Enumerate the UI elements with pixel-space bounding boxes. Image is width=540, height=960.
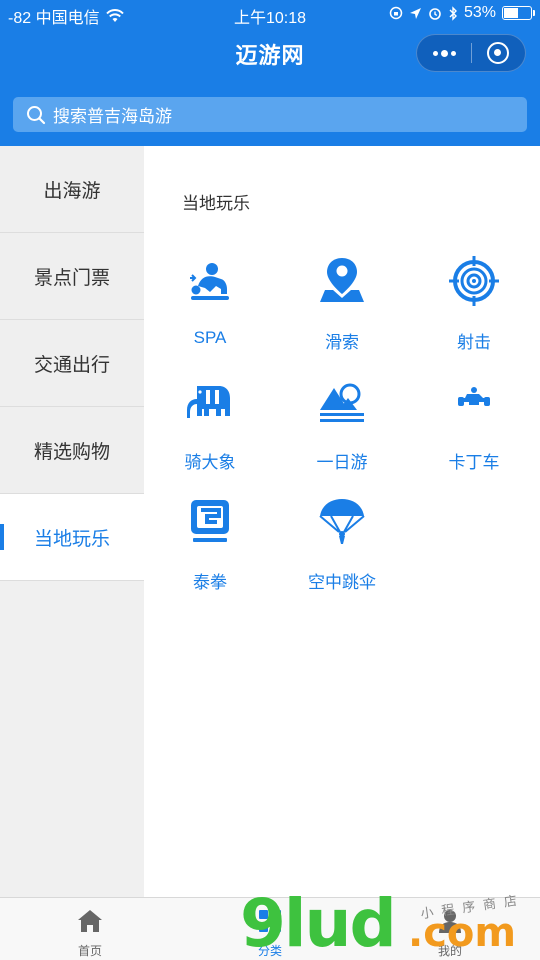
tab-label: 我的 — [437, 944, 462, 958]
status-bar: -82 中国电信 上午10:18 53% — [0, 0, 540, 28]
tab-profile[interactable]: 我的 — [360, 898, 540, 960]
sidebar-item-label: 出海游 — [43, 180, 101, 202]
category-sidebar: 出海游 景点门票 交通出行 精选购物 当地玩乐 — [0, 146, 144, 897]
sidebar-item-label: 精选购物 — [33, 441, 110, 463]
target-close-icon — [487, 42, 510, 64]
location-icon — [409, 7, 421, 19]
boxing-ring-icon — [191, 500, 229, 542]
activity-label: 泰拳 — [193, 573, 227, 592]
bluetooth-icon — [449, 5, 457, 21]
category-icon — [259, 910, 281, 932]
mini-program-capsule — [416, 34, 526, 72]
activity-zipline[interactable]: 滑索 — [276, 256, 408, 366]
target-icon — [449, 256, 499, 306]
tab-bar: 首页 分类 我的 — [0, 897, 540, 960]
activity-label: 骑大象 — [184, 453, 236, 472]
activity-label: 卡丁车 — [448, 453, 500, 472]
battery-icon — [502, 6, 535, 20]
activity-elephant-riding[interactable]: 骑大象 — [144, 376, 276, 486]
mountain-sun-icon — [320, 383, 364, 422]
activity-spa[interactable]: SPA — [144, 256, 276, 366]
activity-label: 滑索 — [325, 333, 359, 352]
elephant-icon — [187, 386, 230, 418]
category-content: 当地玩乐 SPA 滑索 射击 骑大象 一日游 卡丁车 泰拳 空中跳伞 — [144, 146, 540, 897]
activity-label: 射击 — [457, 333, 491, 352]
more-options-button[interactable] — [417, 35, 471, 71]
section-title: 当地玩乐 — [182, 194, 250, 213]
battery-percent: 53% — [463, 4, 496, 21]
user-icon — [439, 910, 461, 933]
activity-label: SPA — [193, 328, 227, 347]
sidebar-item-label: 当地玩乐 — [33, 528, 110, 550]
sidebar-item-attraction-tickets[interactable]: 景点门票 — [0, 233, 144, 320]
sidebar-item-label: 交通出行 — [33, 354, 110, 376]
search-icon — [27, 105, 46, 124]
sidebar-item-local-fun[interactable]: 当地玩乐 — [0, 494, 144, 581]
map-pin-icon — [320, 258, 364, 302]
search-bar[interactable]: 搜索普吉海岛游 — [13, 97, 527, 132]
search-placeholder: 搜索普吉海岛游 — [53, 107, 172, 126]
go-kart-icon — [458, 387, 490, 406]
massage-icon — [190, 263, 229, 300]
activity-day-tour[interactable]: 一日游 — [276, 376, 408, 486]
activity-label: 一日游 — [316, 453, 368, 472]
activity-label: 空中跳伞 — [308, 573, 376, 592]
home-icon — [78, 910, 102, 932]
parachute-icon — [319, 499, 365, 544]
activity-go-kart[interactable]: 卡丁车 — [408, 376, 540, 486]
orientation-lock-icon — [389, 6, 403, 20]
sidebar-item-sea-tours[interactable]: 出海游 — [0, 146, 144, 233]
tab-home[interactable]: 首页 — [0, 898, 180, 960]
activity-skydiving[interactable]: 空中跳伞 — [276, 496, 408, 606]
sidebar-item-shopping[interactable]: 精选购物 — [0, 407, 144, 494]
activity-shooting[interactable]: 射击 — [408, 256, 540, 366]
header: -82 中国电信 上午10:18 53% 迈游网 搜索普吉海岛游 — [0, 0, 540, 146]
tab-category[interactable]: 分类 — [180, 898, 360, 960]
tab-label: 首页 — [77, 944, 102, 958]
close-mini-program-button[interactable] — [472, 35, 525, 71]
activity-muay-thai[interactable]: 泰拳 — [144, 496, 276, 606]
alarm-icon — [429, 8, 441, 20]
sidebar-item-label: 景点门票 — [33, 267, 110, 289]
sidebar-item-transport[interactable]: 交通出行 — [0, 320, 144, 407]
tab-label: 分类 — [257, 944, 282, 958]
